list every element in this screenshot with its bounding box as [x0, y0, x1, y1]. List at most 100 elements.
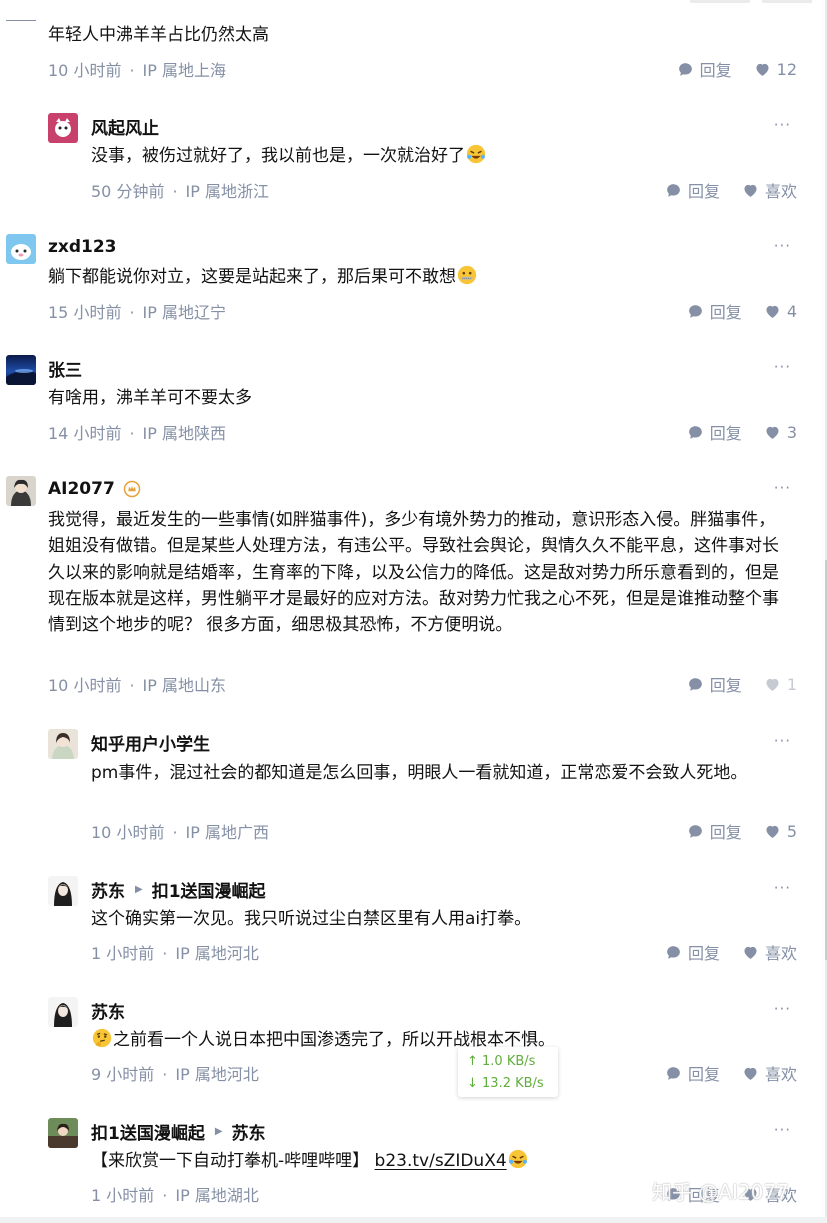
reply-to-name[interactable]: 扣1送国漫崛起 [152, 877, 266, 902]
heart-icon [742, 1065, 759, 1082]
like-button[interactable]: 5 [764, 822, 797, 841]
author-name[interactable]: zxd123 [48, 237, 117, 257]
comment-header: 知乎用户小学生 [91, 729, 210, 755]
author-name[interactable]: 知乎用户小学生 [91, 730, 210, 755]
avatar[interactable] [48, 729, 78, 759]
comment-actions: 回复 喜欢 [665, 178, 797, 202]
heart-icon [764, 424, 781, 441]
like-button[interactable]: 喜欢 [742, 940, 797, 964]
comment-time: 1 小时前 [91, 944, 155, 963]
reply-button[interactable]: 回复 [665, 940, 720, 964]
comment-header: AI2077 [48, 476, 141, 502]
comment-text: 躺下都能说你对立，这要是站起来了，那后果可不敢想 [48, 264, 781, 290]
comment-actions: 回复 喜欢 [665, 1061, 797, 1085]
more-options-button[interactable]: ··· [774, 237, 791, 255]
more-options-button[interactable]: ··· [774, 1000, 791, 1018]
rofl-emoji-icon [507, 1148, 529, 1170]
comment-time: 10 小时前 [91, 823, 165, 842]
reply-button[interactable]: 回复 [687, 819, 742, 843]
upload-speed: ↑ 1.0 KB/s [467, 1054, 536, 1069]
like-count: 4 [786, 301, 797, 321]
reply-bubble-icon [687, 676, 704, 693]
comment-actions: 回复 5 [687, 819, 797, 843]
top-edge-fragment [762, 0, 812, 3]
reply-button[interactable]: 回复 [687, 420, 742, 444]
comment-actions: 回复 12 [677, 57, 797, 81]
heart-icon [742, 944, 759, 961]
zipper-mouth-emoji-icon [456, 264, 478, 286]
more-options-button[interactable]: ··· [774, 358, 791, 376]
avatar[interactable] [48, 997, 78, 1027]
comment-ip-location: IP 属地辽宁 [142, 303, 227, 322]
heart-icon [764, 676, 781, 693]
comment-header: 扣1送国漫崛起 ▶ 苏东 [91, 1118, 266, 1144]
like-button[interactable]: 喜欢 [742, 178, 797, 202]
comment-text: 有啥用，沸羊羊可不要太多 [48, 388, 252, 408]
heart-icon [764, 823, 781, 840]
author-name[interactable]: AI2077 [48, 479, 115, 499]
heart-icon [754, 61, 771, 78]
comment-header: 张三 [48, 355, 82, 381]
reply-button[interactable]: 回复 [665, 1061, 720, 1085]
comment-actions: 回复 喜欢 [665, 940, 797, 964]
more-options-button[interactable]: ··· [774, 732, 791, 750]
comment-meta: 14 小时前 · IP 属地陕西 [48, 424, 227, 443]
more-options-button[interactable]: ··· [774, 116, 791, 134]
reply-bubble-icon [665, 1065, 682, 1082]
avatar[interactable] [6, 234, 36, 264]
comment-time: 50 分钟前 [91, 182, 165, 201]
comment-meta: 10 小时前 · IP 属地上海 [48, 61, 227, 80]
author-name[interactable]: 苏东 [91, 877, 125, 902]
network-speed-widget: ↑ 1.0 KB/s ↓ 13.2 KB/s [458, 1047, 558, 1097]
like-count: 3 [786, 422, 797, 442]
comment-text: 【来欣赏一下自动打拳机-哔哩哔哩】 b23.tv/sZIDuX4 [91, 1148, 781, 1174]
video-link[interactable]: b23.tv/sZIDuX4 [375, 1151, 507, 1171]
top-edge-fragment [690, 0, 750, 3]
more-options-button[interactable]: ··· [774, 879, 791, 897]
author-name[interactable]: 扣1送国漫崛起 [91, 1119, 205, 1144]
author-name[interactable]: 张三 [48, 356, 82, 381]
reply-bubble-icon [687, 303, 704, 320]
avatar[interactable] [48, 1118, 78, 1148]
comment-meta: 50 分钟前 · IP 属地浙江 [91, 182, 270, 201]
reply-button[interactable]: 回复 [677, 57, 732, 81]
comment-text: 这个确实第一次见。我只听说过尘白禁区里有人用ai打拳。 [91, 909, 532, 929]
reply-bubble-icon [687, 823, 704, 840]
bottom-edge [0, 1217, 827, 1223]
comment-meta: 1 小时前 · IP 属地河北 [91, 944, 259, 963]
reply-to-name[interactable]: 苏东 [232, 1119, 266, 1144]
like-button[interactable]: 3 [764, 423, 797, 442]
reply-button[interactable]: 回复 [665, 178, 720, 202]
comment-ip-location: IP 属地山东 [142, 676, 227, 695]
comment-time: 10 小时前 [48, 676, 122, 695]
reply-bubble-icon [665, 182, 682, 199]
comment-time: 10 小时前 [48, 61, 122, 80]
comment-text: 年轻人中沸羊羊占比仍然太高 [48, 25, 269, 45]
comment-header: 风起风止 [91, 113, 159, 139]
like-button[interactable]: 4 [764, 302, 797, 321]
like-button[interactable]: 12 [754, 60, 797, 79]
avatar[interactable] [6, 476, 36, 506]
comment-text: 没事，被伤过就好了，我以前也是，一次就治好了 [91, 143, 781, 169]
comment-meta: 10 小时前 · IP 属地山东 [48, 676, 227, 695]
avatar[interactable] [48, 876, 78, 906]
comment-meta: 1 小时前 · IP 属地湖北 [91, 1186, 259, 1205]
download-speed: ↓ 13.2 KB/s [467, 1076, 544, 1091]
reply-button[interactable]: 回复 [687, 672, 742, 696]
author-name[interactable]: 苏东 [91, 998, 125, 1023]
avatar[interactable] [6, 355, 36, 385]
reply-button[interactable]: 回复 [687, 299, 742, 323]
comment-time: 9 小时前 [91, 1065, 155, 1084]
like-count: 1 [786, 674, 797, 694]
more-options-button[interactable]: ··· [774, 479, 791, 497]
like-button[interactable]: 喜欢 [742, 1061, 797, 1085]
rofl-emoji-icon [465, 143, 487, 165]
comment-text: 之前看一个人说日本把中国渗透完了，所以开战根本不惧。 [91, 1027, 781, 1053]
avatar[interactable] [48, 113, 78, 143]
heart-icon [764, 303, 781, 320]
like-button[interactable]: 1 [764, 675, 797, 694]
author-name[interactable]: 风起风止 [91, 114, 159, 139]
comment-time: 14 小时前 [48, 424, 122, 443]
reply-to-arrow-icon: ▶ [135, 883, 143, 895]
more-options-button[interactable]: ··· [774, 1121, 791, 1139]
